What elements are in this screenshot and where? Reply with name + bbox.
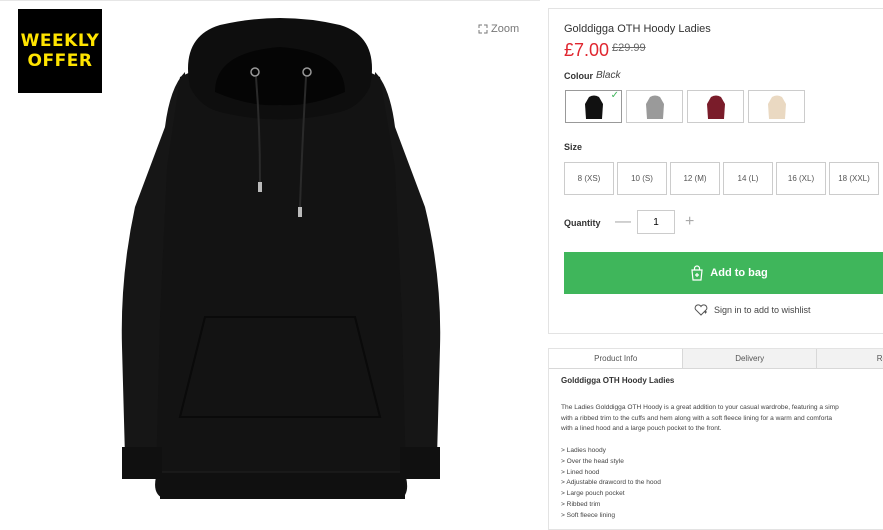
colour-value: Black [596, 70, 621, 81]
was-price: £29.99 [612, 42, 646, 54]
hoodie-thumb-icon [706, 95, 725, 119]
product-options-panel: Golddigga OTH Hoody Ladies £7.00 £29.99 … [548, 8, 883, 334]
colour-label: Colour [564, 71, 593, 81]
size-option[interactable]: 14 (L) [723, 162, 773, 195]
quantity-label: Quantity [564, 218, 601, 228]
expand-icon [478, 24, 488, 34]
badge-line1: WEEKLY [20, 31, 100, 51]
description-line: with a lined hood and a large pouch pock… [561, 425, 722, 432]
swatch-burgundy[interactable] [687, 90, 744, 123]
badge-line2: OFFER [27, 51, 93, 71]
quantity-decrease-button[interactable]: — [615, 213, 631, 231]
description-line: The Ladies Golddigga OTH Hoody is a grea… [561, 404, 839, 411]
description-line: with a ribbed trim to the cuffs and hem … [561, 414, 833, 422]
feature-item: > Adjustable drawcord to the hood [561, 479, 661, 487]
swatch-grey[interactable] [626, 90, 683, 123]
swatch-black[interactable]: ✓ [565, 90, 622, 123]
zoom-label: Zoom [491, 23, 520, 35]
bag-icon [691, 265, 703, 281]
size-option[interactable]: 10 (S) [617, 162, 667, 195]
feature-item: > Soft fleece lining [561, 511, 616, 519]
feature-item: > Large pouch pocket [561, 490, 625, 498]
details-title: Golddigga OTH Hoody Ladies [561, 376, 675, 385]
add-to-bag-button[interactable]: Add to bag [564, 252, 883, 294]
zoom-button[interactable]: Zoom [478, 23, 519, 35]
size-option[interactable]: 8 (XS) [564, 162, 614, 195]
colour-swatches: ✓ [565, 90, 805, 123]
current-price: £7.00 [564, 40, 610, 60]
hoodie-thumb-icon [645, 95, 664, 119]
hoodie-thumb-icon [584, 95, 603, 119]
size-option[interactable]: 18 (XXL) [829, 162, 879, 195]
product-image[interactable] [110, 17, 450, 517]
tab-returns[interactable]: Re [816, 349, 883, 368]
add-to-bag-label: Add to bag [710, 267, 768, 279]
wishlist-label: Sign in to add to wishlist [714, 305, 811, 315]
feature-item: > Over the head style [561, 457, 624, 465]
check-icon: ✓ [610, 90, 619, 101]
product-title: Golddigga OTH Hoody Ladies [564, 23, 711, 35]
swatch-cream[interactable] [748, 90, 805, 123]
tab-delivery[interactable]: Delivery [683, 349, 817, 368]
details-description: The Ladies Golddigga OTH Hoody is a grea… [561, 403, 883, 435]
wishlist-link[interactable]: Sign in to add to wishlist [694, 304, 811, 316]
hoodie-thumb-icon [767, 95, 786, 119]
feature-item: > Lined hood [561, 468, 600, 476]
tab-product-info[interactable]: Product Info [549, 349, 684, 368]
size-option[interactable]: 16 (XL) [776, 162, 826, 195]
size-option[interactable]: 12 (M) [670, 162, 720, 195]
quantity-increase-button[interactable]: + [685, 213, 694, 231]
tab-bar: Product Info Delivery Re [549, 349, 883, 369]
weekly-offer-badge: WEEKLY OFFER [18, 9, 102, 93]
heart-icon [694, 304, 708, 316]
feature-item: > Ladies hoody [561, 447, 606, 454]
feature-list: > Ladies hoody > Over the head style > L… [561, 446, 661, 522]
quantity-input[interactable] [637, 210, 675, 234]
product-image-area: WEEKLY OFFER Zoom [0, 0, 540, 523]
product-details-tabs: Product Info Delivery Re Golddigga OTH H… [548, 348, 883, 530]
size-label: Size [564, 142, 583, 152]
size-options: 8 (XS) 10 (S) 12 (M) 14 (L) 16 (XL) 18 (… [564, 162, 879, 195]
feature-item: > Ribbed trim [561, 500, 601, 508]
